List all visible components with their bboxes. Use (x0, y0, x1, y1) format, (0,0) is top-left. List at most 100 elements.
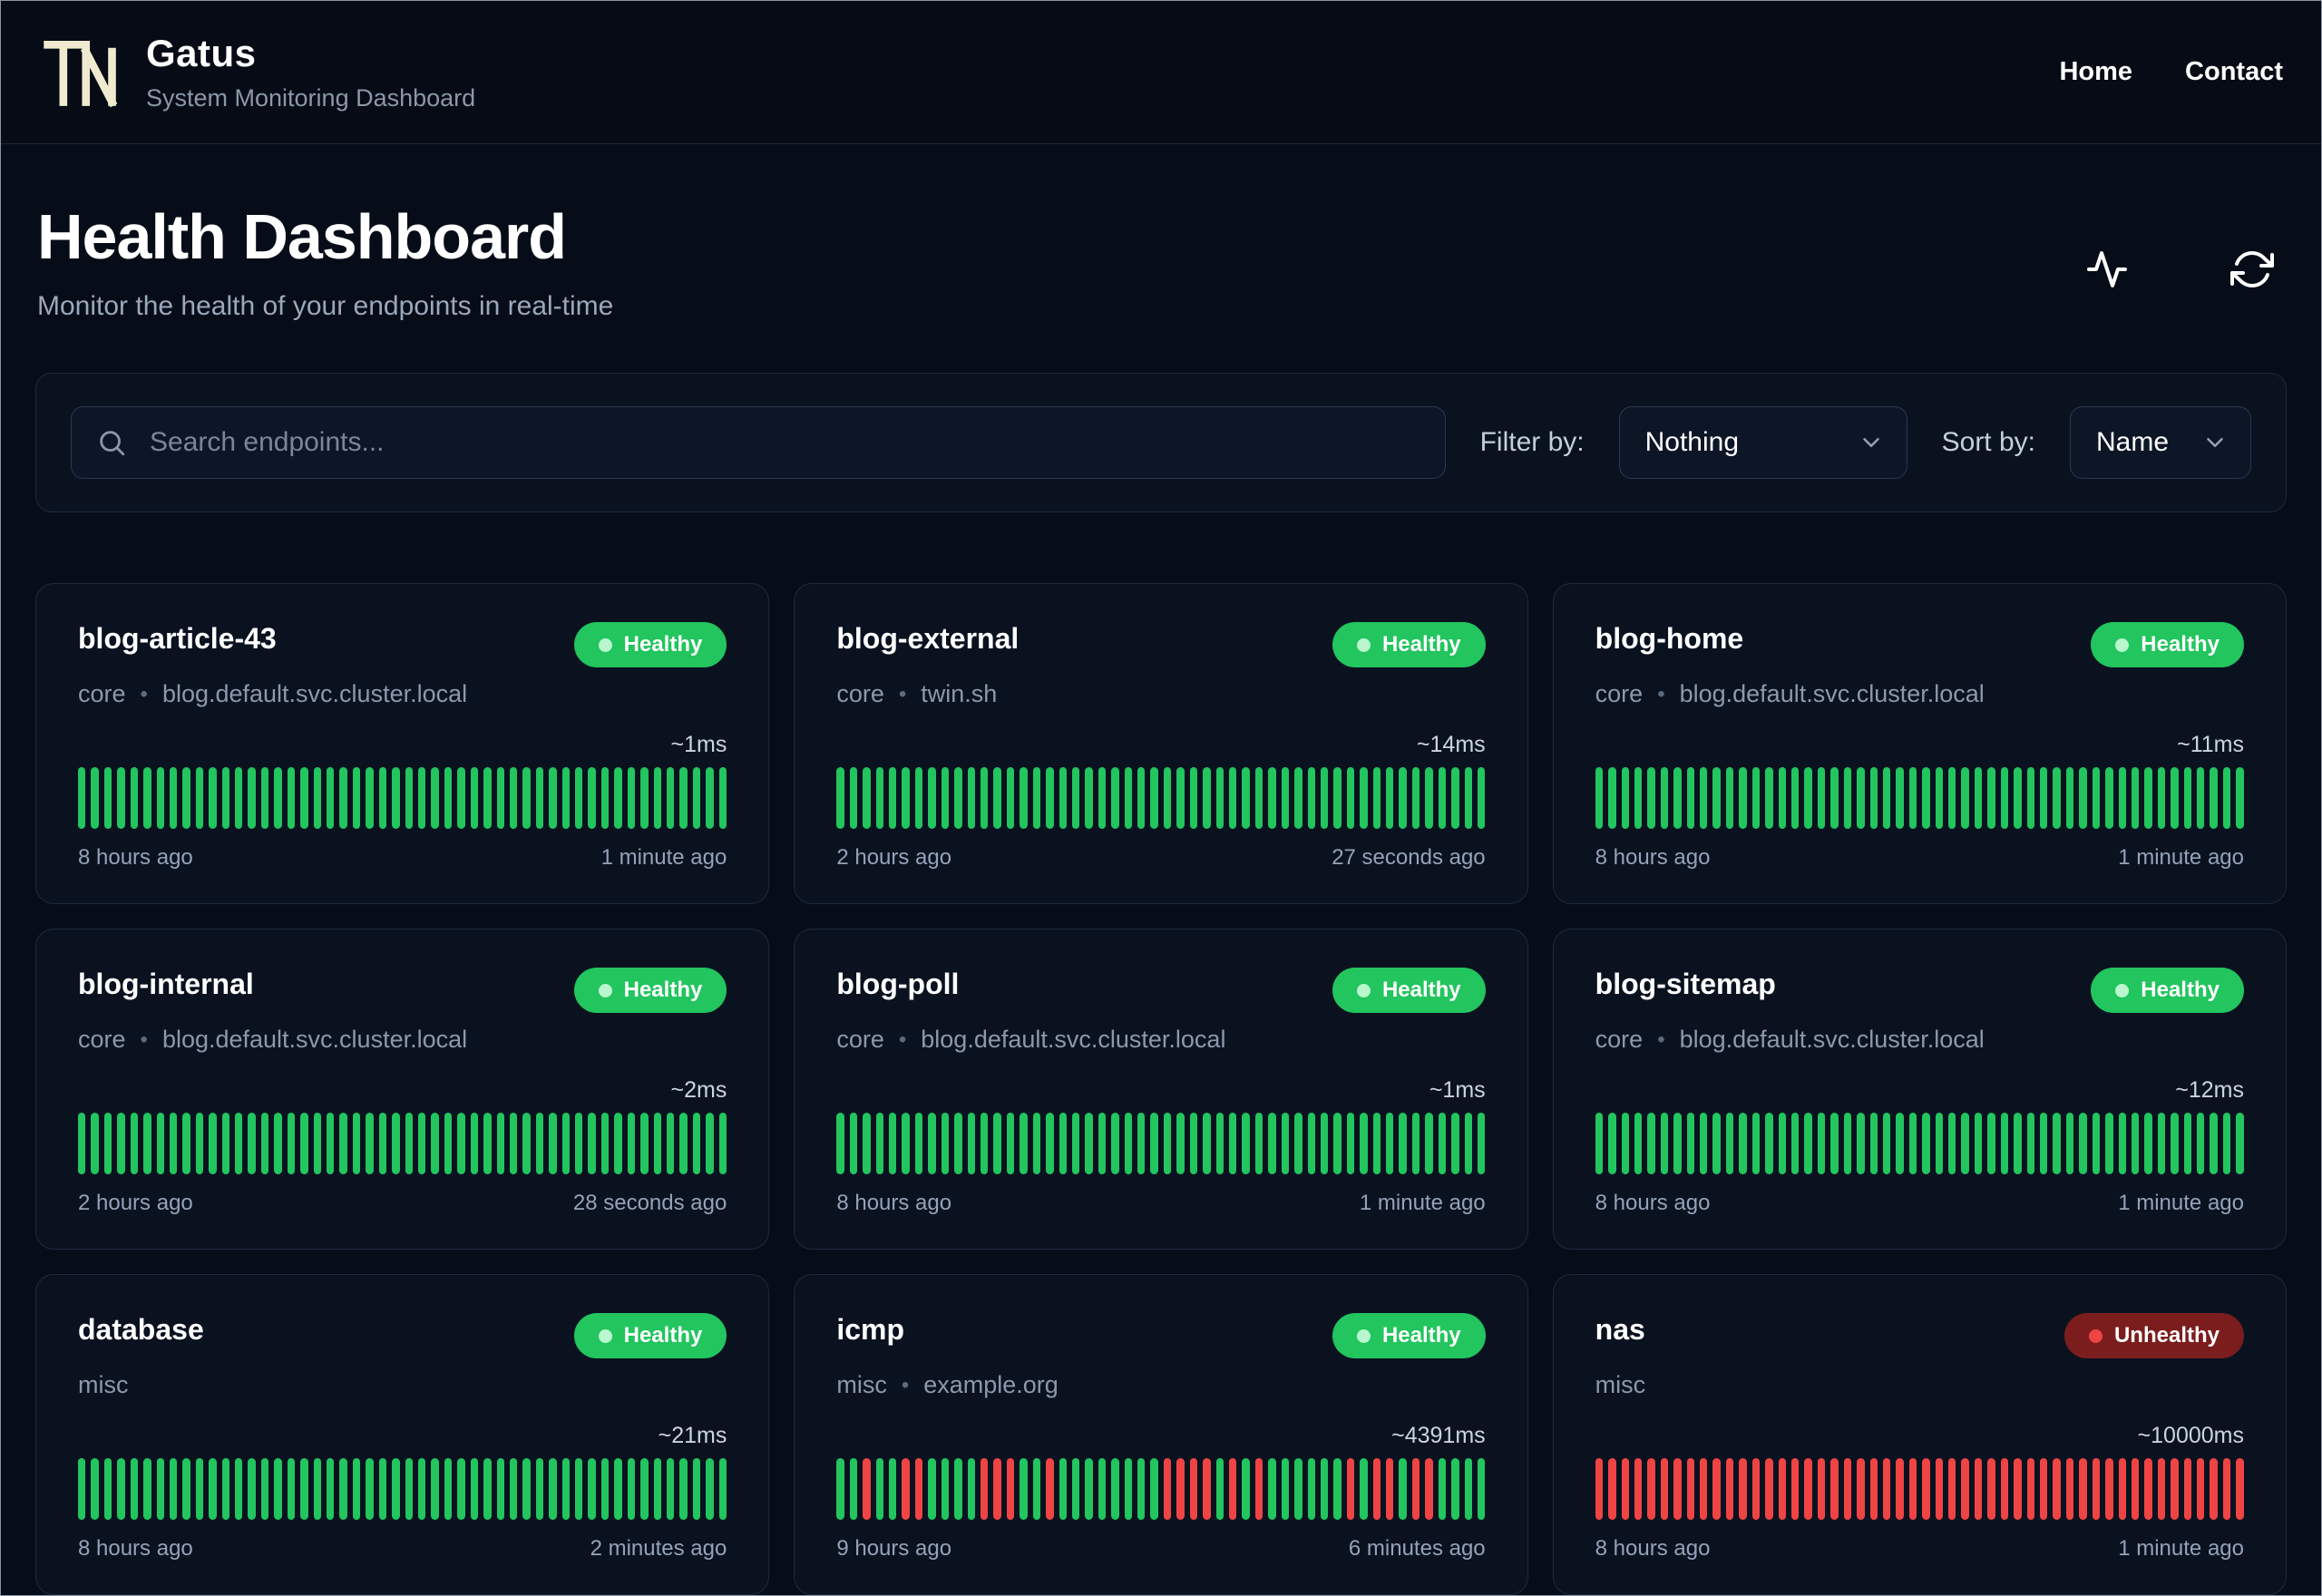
health-bar (143, 1458, 151, 1520)
chevron-down-icon (1862, 438, 1879, 447)
nav-link-home[interactable]: Home (2059, 57, 2132, 87)
health-bar (1085, 1458, 1093, 1520)
card-top: blog-internal Healthy (78, 968, 727, 1013)
health-bar (1478, 1113, 1486, 1174)
health-bar (1869, 1113, 1878, 1174)
health-bar (1360, 1113, 1368, 1174)
endpoint-card[interactable]: blog-poll Healthy core • blog.default.sv… (794, 929, 1528, 1250)
latency-label: ~2ms (670, 1077, 727, 1103)
health-bar (103, 1458, 112, 1520)
health-bar (182, 1458, 190, 1520)
health-bar (221, 1458, 230, 1520)
health-bar (274, 767, 282, 829)
health-bar (640, 1113, 649, 1174)
health-bar (1700, 1458, 1708, 1520)
endpoint-name: nas (1595, 1313, 1645, 1346)
health-bar (1438, 767, 1447, 829)
filter-label: Filter by: (1479, 427, 1585, 457)
health-bar (1006, 1113, 1015, 1174)
health-bar (1228, 1458, 1237, 1520)
health-bar (1700, 767, 1708, 829)
endpoint-card[interactable]: blog-external Healthy core • twin.sh ~14… (794, 583, 1528, 904)
health-bar (169, 1458, 178, 1520)
health-bar (1228, 1113, 1237, 1174)
health-bar (614, 1458, 622, 1520)
health-bar (1228, 767, 1237, 829)
card-top: blog-sitemap Healthy (1595, 968, 2244, 1013)
search-input[interactable] (71, 406, 1446, 479)
health-bar (195, 1113, 204, 1174)
status-dot-icon (1356, 983, 1371, 998)
refresh-icon[interactable] (2230, 248, 2274, 291)
card-footer: 8 hours ago 2 minutes ago (78, 1536, 727, 1562)
health-bar (1215, 1458, 1224, 1520)
health-bar (849, 1113, 858, 1174)
health-bar (2183, 767, 2192, 829)
endpoint-card[interactable]: icmp Healthy misc • example.org ~4391ms … (794, 1274, 1528, 1595)
status-label: Healthy (1381, 632, 1461, 657)
filter-value: Nothing (1644, 427, 1740, 457)
endpoint-card[interactable]: blog-sitemap Healthy core • blog.default… (1552, 929, 2287, 1250)
health-bar (1595, 1113, 1604, 1174)
health-bar (863, 1113, 871, 1174)
card-top: nas Unhealthy (1595, 1313, 2244, 1358)
status-badge: Healthy (2091, 968, 2244, 1013)
health-bar (103, 767, 112, 829)
health-bar (2040, 767, 2048, 829)
health-bar (2197, 767, 2205, 829)
health-bar (169, 1113, 178, 1174)
health-bar (1046, 767, 1054, 829)
endpoint-card[interactable]: database Healthy misc • ~21ms 8 hours ag… (35, 1274, 770, 1595)
health-bar (600, 767, 610, 829)
health-bar (1647, 1113, 1655, 1174)
health-bar (1725, 1458, 1734, 1520)
health-bar (1974, 767, 1983, 829)
health-bar (1032, 767, 1041, 829)
nav-link-contact[interactable]: Contact (2185, 57, 2283, 87)
endpoint-name: blog-sitemap (1595, 968, 1776, 1000)
health-bar (588, 1113, 596, 1174)
health-bar (1150, 1113, 1158, 1174)
activity-icon[interactable] (2085, 248, 2129, 291)
health-bar (561, 1113, 571, 1174)
page-title: Health Dashboard (37, 201, 567, 272)
range-end: 1 minute ago (2118, 1191, 2244, 1215)
health-bar (1857, 1458, 1865, 1520)
endpoint-sub: misc • example.org (836, 1371, 1485, 1399)
health-bar (1059, 767, 1067, 829)
status-dot-icon (2115, 983, 2130, 998)
range-end: 1 minute ago (1359, 1191, 1486, 1215)
card-top: database Healthy (78, 1313, 727, 1358)
health-bar (1059, 1458, 1067, 1520)
health-bar (1634, 1113, 1643, 1174)
health-bar (1712, 767, 1721, 829)
health-bar (2236, 767, 2244, 829)
health-bar (1111, 1113, 1119, 1174)
status-label: Healthy (623, 978, 703, 1002)
health-bar (1032, 1113, 1041, 1174)
filter-select[interactable]: Nothing (1618, 406, 1907, 479)
health-bar (143, 1113, 151, 1174)
health-bar (1307, 1113, 1315, 1174)
health-bar (1346, 767, 1355, 829)
endpoint-card[interactable]: blog-home Healthy core • blog.default.sv… (1552, 583, 2287, 904)
health-bars (78, 767, 727, 829)
health-bar (339, 767, 347, 829)
sort-select[interactable]: Name (2070, 406, 2251, 479)
health-bar (1843, 767, 1852, 829)
health-bar (2210, 1113, 2218, 1174)
health-bar (1948, 1458, 1956, 1520)
endpoint-card[interactable]: blog-article-43 Healthy core • blog.defa… (35, 583, 770, 904)
endpoint-card[interactable]: nas Unhealthy misc • ~10000ms 8 hours ag… (1552, 1274, 2287, 1595)
host-separator: • (140, 681, 148, 706)
navbar: Gatus System Monitoring Dashboard Home C… (1, 1, 2321, 144)
health-bar (1778, 1458, 1786, 1520)
health-bar (692, 1113, 701, 1174)
health-bar (1386, 767, 1394, 829)
health-bar (1712, 1113, 1721, 1174)
health-bar (496, 1458, 504, 1520)
health-bar (875, 1458, 884, 1520)
health-bar (2079, 767, 2087, 829)
endpoint-card[interactable]: blog-internal Healthy core • blog.defaul… (35, 929, 770, 1250)
health-bar (1111, 1458, 1119, 1520)
